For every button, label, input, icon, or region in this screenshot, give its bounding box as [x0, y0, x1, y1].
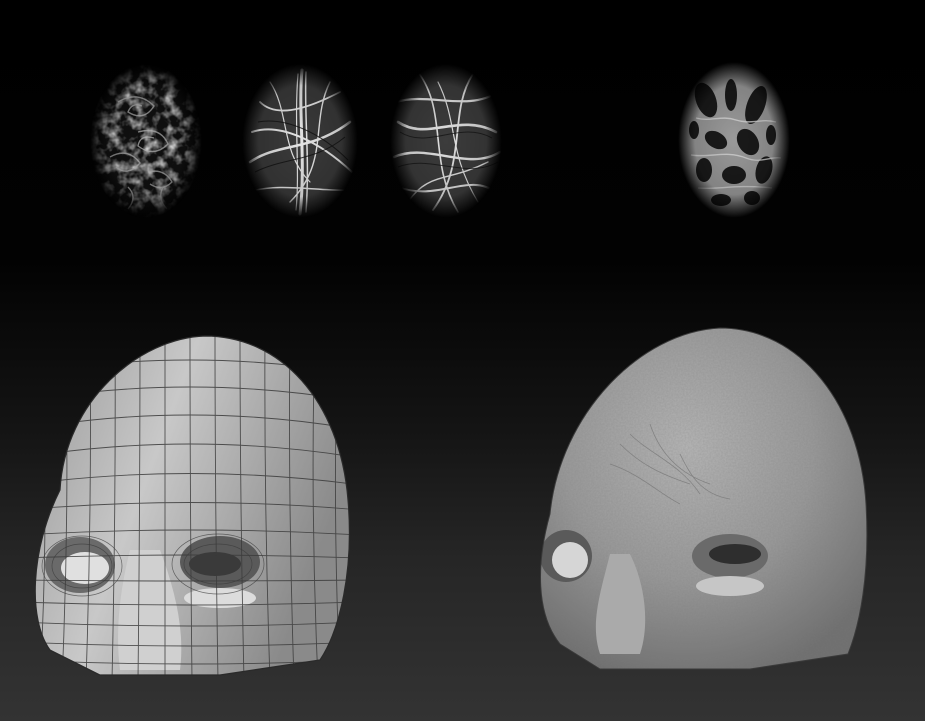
- head-sculpted-model[interactable]: [530, 324, 875, 674]
- alpha-brush-fibrous-preview-2[interactable]: [388, 62, 504, 220]
- alpha-brush-fibrous-preview-1[interactable]: [240, 62, 360, 220]
- alpha-brush-noise-preview[interactable]: [88, 62, 204, 220]
- alpha-brush-cellular-preview[interactable]: [676, 60, 792, 220]
- viewport-canvas[interactable]: [0, 0, 925, 721]
- head-wireframe-model[interactable]: [20, 330, 360, 680]
